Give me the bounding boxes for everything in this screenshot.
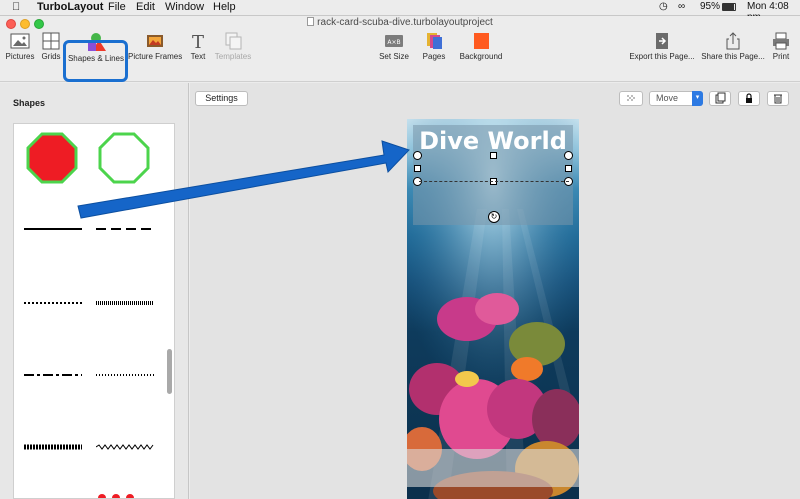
- arrange-select[interactable]: Move ▾: [649, 91, 703, 106]
- share-icon: [726, 32, 740, 50]
- wifi-icon[interactable]: ∞: [678, 1, 685, 12]
- svg-text:A×B: A×B: [387, 39, 400, 46]
- menu-file[interactable]: File: [108, 1, 126, 13]
- document-page[interactable]: Dive World ↻: [407, 119, 579, 499]
- canvas-area: Settings Move ▾ Dive World ↻: [190, 83, 800, 499]
- menu-window[interactable]: Window: [165, 1, 204, 13]
- toolbar-set-size[interactable]: A×B Set Size: [377, 32, 411, 61]
- pages-icon: [427, 33, 442, 49]
- toolbar-templates[interactable]: Templates: [212, 32, 254, 61]
- shapes-scrollbar[interactable]: [164, 123, 175, 499]
- checkerboard-icon: [627, 95, 635, 101]
- rotate-handle-icon[interactable]: ↻: [488, 211, 500, 223]
- export-icon: [656, 33, 668, 49]
- fine-dotted-line-shape[interactable]: [96, 298, 156, 308]
- pictures-icon: [10, 33, 30, 49]
- toolbar-text[interactable]: T Text: [187, 32, 209, 61]
- toolbar-background[interactable]: Background: [458, 32, 504, 61]
- battery-percent: 95%: [700, 1, 721, 12]
- window-title-text: rack-card-scuba-dive.turbolayoutproject: [317, 17, 493, 28]
- selection-handle[interactable]: [565, 165, 572, 172]
- grids-icon: [42, 32, 60, 50]
- apple-menu-icon[interactable]: : [12, 1, 20, 13]
- shapes-lines-highlight: [63, 40, 128, 82]
- scroll-thumb[interactable]: [167, 349, 172, 394]
- menu-edit[interactable]: Edit: [136, 1, 155, 13]
- text-icon: T: [192, 32, 204, 50]
- templates-label: Templates: [214, 52, 252, 61]
- print-icon: [773, 32, 789, 50]
- chevron-down-icon: ▾: [692, 91, 703, 106]
- toolbar-export[interactable]: Export this Page...: [628, 32, 696, 61]
- lock-icon: [746, 93, 752, 103]
- toolbar-print[interactable]: Print: [770, 32, 792, 61]
- settings-button[interactable]: Settings: [195, 91, 248, 106]
- menu-bar:  TurboLayout File Edit Window Help ◷ ∞ …: [0, 0, 800, 23]
- picture-frames-icon: [147, 35, 163, 47]
- text-label: Text: [190, 52, 206, 61]
- document-icon: [307, 17, 315, 26]
- print-label: Print: [772, 52, 790, 61]
- toolbar-grids[interactable]: Grids: [39, 32, 63, 61]
- battery-icon[interactable]: [722, 3, 736, 11]
- shapes-panel: Shapes: [0, 83, 189, 499]
- toolbar-share[interactable]: Share this Page...: [701, 32, 765, 61]
- transparency-button[interactable]: [619, 91, 643, 106]
- background-icon: [474, 33, 489, 49]
- toolbar-pages[interactable]: Pages: [420, 32, 448, 61]
- toolbar-picture-frames[interactable]: Picture Frames: [128, 32, 182, 61]
- dashed-line-shape[interactable]: [96, 224, 156, 234]
- export-label: Export this Page...: [629, 52, 695, 61]
- toolbar: Pictures Grids Shapes & Lines Picture Fr…: [0, 30, 800, 82]
- document-title[interactable]: Dive World: [407, 127, 579, 155]
- toolbar-pictures[interactable]: Pictures: [4, 32, 36, 61]
- delete-button[interactable]: [767, 91, 789, 106]
- selection-handle[interactable]: [490, 152, 497, 159]
- duplicate-button[interactable]: [709, 91, 731, 106]
- menu-help[interactable]: Help: [213, 1, 236, 13]
- dotted-line-shape[interactable]: [24, 298, 84, 308]
- selection-dashed-line: [419, 181, 569, 182]
- selection-handle[interactable]: [564, 151, 573, 160]
- title-bar: rack-card-scuba-dive.turbolayoutproject: [0, 16, 800, 30]
- small-dot-line-shape[interactable]: [96, 370, 156, 380]
- dash-dot-line-shape[interactable]: [24, 370, 84, 380]
- red-dots-shape[interactable]: [96, 492, 156, 499]
- background-label: Background: [459, 52, 503, 61]
- wavy-line-shape[interactable]: [96, 442, 156, 452]
- picture-frames-label: Picture Frames: [128, 52, 183, 61]
- solid-line-shape[interactable]: [24, 224, 84, 234]
- selection-handle[interactable]: [414, 165, 421, 172]
- shape-library: [13, 123, 175, 499]
- lock-button[interactable]: [738, 91, 760, 106]
- templates-icon: [225, 32, 242, 50]
- selection-handle[interactable]: [413, 151, 422, 160]
- arrange-select-value: Move: [656, 93, 679, 103]
- share-label: Share this Page...: [701, 52, 765, 61]
- set-size-icon: A×B: [385, 35, 403, 47]
- shapes-panel-title: Shapes: [13, 98, 46, 108]
- pages-label: Pages: [422, 52, 446, 61]
- bottom-band: [407, 449, 579, 487]
- menu-app-name[interactable]: TurboLayout: [37, 1, 103, 13]
- hatched-line-shape[interactable]: [24, 442, 84, 452]
- app-window: rack-card-scuba-dive.turbolayoutproject …: [0, 16, 800, 499]
- set-size-label: Set Size: [379, 52, 409, 61]
- octagon-outline-shape[interactable]: [98, 132, 150, 184]
- window-title: rack-card-scuba-dive.turbolayoutproject: [0, 17, 800, 28]
- svg-text:T: T: [192, 32, 204, 50]
- time-machine-icon[interactable]: ◷: [659, 1, 668, 12]
- grids-label: Grids: [41, 52, 61, 61]
- pictures-label: Pictures: [5, 52, 35, 61]
- duplicate-icon: [715, 92, 726, 104]
- octagon-filled-shape[interactable]: [26, 132, 78, 184]
- trash-icon: [774, 94, 782, 104]
